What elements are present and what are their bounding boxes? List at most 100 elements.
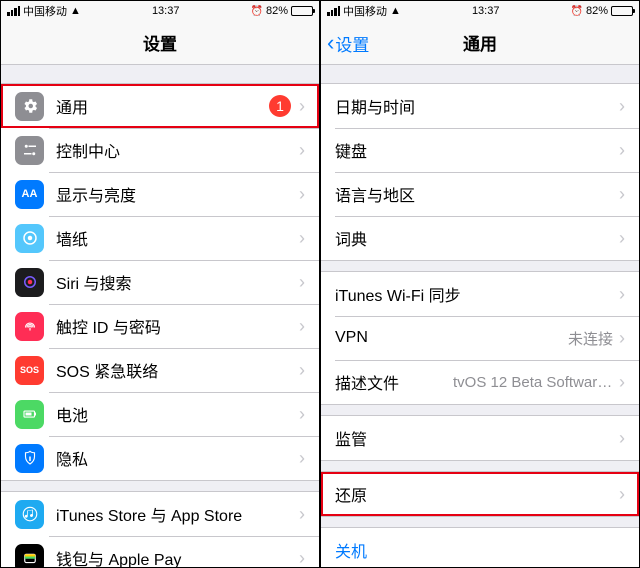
- row-label: 显示与亮度: [56, 182, 299, 206]
- chevron-left-icon: ‹: [327, 32, 334, 54]
- row-wallpaper[interactable]: 墙纸›: [1, 216, 319, 260]
- chevron-right-icon: ›: [299, 361, 305, 379]
- row-display[interactable]: AA显示与亮度›: [1, 172, 319, 216]
- row-label: 隐私: [56, 446, 299, 470]
- row-label: 触控 ID 与密码: [56, 314, 299, 338]
- battery-pct: 82%: [586, 5, 608, 17]
- row-itunes-wifi[interactable]: iTunes Wi-Fi 同步›: [321, 272, 639, 316]
- chevron-right-icon: ›: [619, 373, 625, 391]
- chevron-right-icon: ›: [619, 285, 625, 303]
- row-language[interactable]: 语言与地区›: [321, 172, 639, 216]
- control-center-icon: [15, 136, 44, 165]
- carrier-label: 中国移动: [23, 3, 67, 19]
- row-reset[interactable]: 还原›: [321, 472, 639, 516]
- chevron-right-icon: ›: [299, 449, 305, 467]
- row-label: Siri 与搜索: [56, 270, 299, 294]
- row-label: 电池: [56, 402, 299, 426]
- row-label: 监管: [335, 426, 619, 450]
- chevron-right-icon: ›: [299, 229, 305, 247]
- row-touch-id[interactable]: 触控 ID 与密码›: [1, 304, 319, 348]
- chevron-right-icon: ›: [299, 273, 305, 291]
- row-label: 日期与时间: [335, 94, 619, 118]
- row-battery[interactable]: 电池›: [1, 392, 319, 436]
- nav-bar: 设置: [1, 21, 319, 65]
- page-title: 设置: [143, 30, 177, 55]
- row-label: 控制中心: [56, 138, 299, 162]
- row-label: SOS 紧急联络: [56, 358, 299, 382]
- back-label: 设置: [335, 31, 369, 56]
- wallet-icon: [15, 544, 44, 568]
- chevron-right-icon: ›: [299, 549, 305, 567]
- wallpaper-icon: [15, 224, 44, 253]
- general-icon: [15, 92, 44, 121]
- row-general[interactable]: 通用1 ›: [1, 84, 319, 128]
- clock: 13:37: [472, 5, 500, 17]
- alarm-icon: ⏰: [571, 6, 583, 17]
- battery-pct: 82%: [266, 5, 288, 17]
- row-value: tvOS 12 Beta Software Profile: [453, 374, 613, 391]
- row-dictionary[interactable]: 词典›: [321, 216, 639, 260]
- general-list[interactable]: 日期与时间›键盘›语言与地区›词典›iTunes Wi-Fi 同步›VPN未连接…: [321, 65, 639, 567]
- touch-id-icon: [15, 312, 44, 341]
- chevron-right-icon: ›: [619, 97, 625, 115]
- row-label: 墙纸: [56, 226, 299, 250]
- itunes-store-icon: [15, 500, 44, 529]
- chevron-right-icon: ›: [299, 97, 305, 115]
- status-bar: 中国移动 ▲ 13:37 ⏰ 82%: [1, 1, 319, 21]
- chevron-right-icon: ›: [619, 141, 625, 159]
- row-date-time[interactable]: 日期与时间›: [321, 84, 639, 128]
- row-wallet[interactable]: 钱包与 Apple Pay›: [1, 536, 319, 567]
- chevron-right-icon: ›: [619, 485, 625, 503]
- signal-icon: [327, 6, 340, 16]
- row-sos[interactable]: SOS SOS 紧急联络›: [1, 348, 319, 392]
- chevron-right-icon: ›: [299, 505, 305, 523]
- privacy-icon: [15, 444, 44, 473]
- chevron-right-icon: ›: [299, 185, 305, 203]
- row-control-center[interactable]: 控制中心›: [1, 128, 319, 172]
- row-label: 关机: [335, 538, 625, 562]
- wifi-icon: ▲: [70, 5, 81, 17]
- phone-settings: 中国移动 ▲ 13:37 ⏰ 82% 设置 通用1›控制中心›AA显示与亮度›墙…: [0, 0, 320, 568]
- phone-general: 中国移动 ▲ 13:37 ⏰ 82% ‹ 设置 通用 日期与时间›键盘›语言与地…: [320, 0, 640, 568]
- row-label: 语言与地区: [335, 182, 619, 206]
- alarm-icon: ⏰: [251, 6, 263, 17]
- back-button[interactable]: ‹ 设置: [327, 21, 369, 65]
- row-privacy[interactable]: 隐私›: [1, 436, 319, 480]
- badge: 1: [269, 95, 291, 117]
- carrier-label: 中国移动: [343, 3, 387, 19]
- chevron-right-icon: ›: [619, 429, 625, 447]
- row-label: 通用: [56, 94, 269, 118]
- sos-icon: SOS: [15, 356, 44, 385]
- chevron-right-icon: ›: [619, 329, 625, 347]
- row-vpn[interactable]: VPN未连接 ›: [321, 316, 639, 360]
- signal-icon: [7, 6, 20, 16]
- chevron-right-icon: ›: [299, 405, 305, 423]
- row-value: 未连接: [568, 328, 613, 349]
- row-supervision[interactable]: 监管›: [321, 416, 639, 460]
- row-label: 钱包与 Apple Pay: [56, 546, 299, 567]
- row-label: 还原: [335, 482, 619, 506]
- row-label: 描述文件: [335, 370, 453, 394]
- battery-icon: [291, 6, 313, 16]
- battery-icon: [611, 6, 633, 16]
- page-title: 通用: [463, 30, 497, 55]
- battery-icon: [15, 400, 44, 429]
- siri-icon: [15, 268, 44, 297]
- row-siri[interactable]: Siri 与搜索›: [1, 260, 319, 304]
- row-label: VPN: [335, 329, 568, 347]
- clock: 13:37: [152, 5, 180, 17]
- row-shutdown[interactable]: 关机: [321, 528, 639, 567]
- wifi-icon: ▲: [390, 5, 401, 17]
- settings-list[interactable]: 通用1›控制中心›AA显示与亮度›墙纸›Siri 与搜索›触控 ID 与密码›S…: [1, 65, 319, 567]
- row-label: 词典: [335, 226, 619, 250]
- row-label: 键盘: [335, 138, 619, 162]
- row-profile[interactable]: 描述文件tvOS 12 Beta Software Profile ›: [321, 360, 639, 404]
- chevron-right-icon: ›: [619, 185, 625, 203]
- status-bar: 中国移动 ▲ 13:37 ⏰ 82%: [321, 1, 639, 21]
- row-label: iTunes Store 与 App Store: [56, 502, 299, 526]
- row-label: iTunes Wi-Fi 同步: [335, 282, 619, 306]
- row-keyboard[interactable]: 键盘›: [321, 128, 639, 172]
- row-itunes-store[interactable]: iTunes Store 与 App Store›: [1, 492, 319, 536]
- chevron-right-icon: ›: [619, 229, 625, 247]
- nav-bar: ‹ 设置 通用: [321, 21, 639, 65]
